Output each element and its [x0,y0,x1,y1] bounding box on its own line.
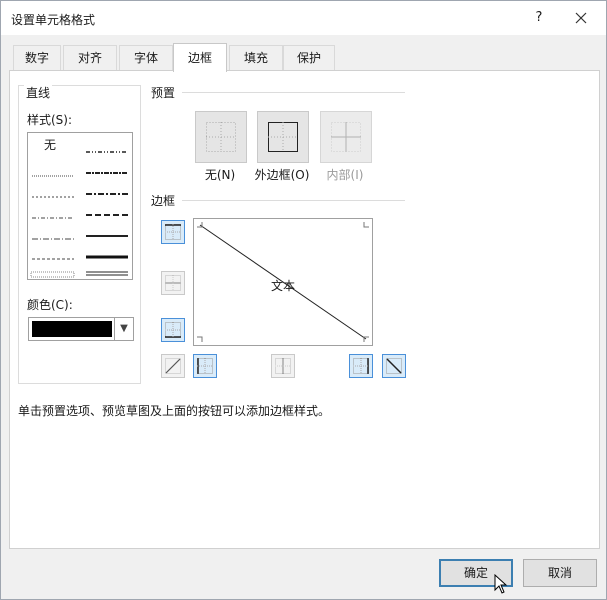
left-border-icon [197,358,213,374]
cancel-button[interactable]: 取消 [523,559,597,587]
tab-font[interactable]: 字体 [119,45,173,70]
border-preview[interactable]: 文本 [193,218,373,346]
tab-border[interactable]: 边框 [173,43,227,72]
help-button[interactable]: ? [529,10,549,25]
preset-inside-button [320,111,372,163]
border-inside-horizontal-button[interactable] [161,271,185,295]
outline-border-icon [268,122,298,152]
diagonal-down-border-icon [386,358,402,374]
preview-text: 文本 [271,279,296,293]
close-icon [575,12,587,24]
preset-inside-label: 内部(I) [326,168,364,182]
border-label: 边框 [151,194,176,208]
preset-none-button[interactable] [195,111,247,163]
tab-alignment[interactable]: 对齐 [63,45,117,70]
inside-border-icon [331,122,361,152]
color-swatch [32,321,112,337]
line-style-list[interactable]: 无 [27,132,133,280]
title-bar: 设置单元格格式 ? [1,1,606,35]
border-top-button[interactable] [161,220,185,244]
border-inside-vertical-button[interactable] [271,354,295,378]
tab-number[interactable]: 数字 [13,45,61,70]
top-border-icon [165,224,181,240]
tab-protection[interactable]: 保护 [283,45,335,70]
dialog-title: 设置单元格格式 [11,13,96,27]
inside-vertical-border-icon [275,358,291,374]
hint-text: 单击预置选项、预览草图及上面的按钮可以添加边框样式。 [18,404,331,418]
color-picker[interactable]: ▼ [28,317,134,341]
bottom-border-icon [165,322,181,338]
diagonal-up-border-icon [165,358,181,374]
color-label: 颜色(C): [27,298,73,312]
border-bottom-button[interactable] [161,318,185,342]
right-border-icon [353,358,369,374]
style-label: 样式(S): [27,113,73,127]
border-right-button[interactable] [349,354,373,378]
close-button[interactable] [569,7,593,29]
format-cells-dialog: 设置单元格格式 ? 数字 对齐 字体 边框 填充 保护 直线 样式(S): 无 [0,0,607,600]
border-divider [182,200,405,201]
presets-divider [182,92,405,93]
no-border-icon [206,122,236,152]
presets-label: 预置 [151,86,176,100]
inside-horizontal-border-icon [165,275,181,291]
chevron-down-icon[interactable]: ▼ [114,318,133,340]
border-diagonal-up-button[interactable] [161,354,185,378]
border-left-button[interactable] [193,354,217,378]
border-diagonal-down-button[interactable] [382,354,406,378]
border-tab-panel: 直线 样式(S): 无 颜色(C): ▼ 预置 无(N) 外边框(O) 内部(I… [9,70,600,549]
line-style-samples[interactable] [28,133,132,279]
preset-outline-button[interactable] [257,111,309,163]
line-group-label: 直线 [24,84,53,101]
mouse-cursor-icon [494,574,508,594]
tab-fill[interactable]: 填充 [229,45,283,70]
